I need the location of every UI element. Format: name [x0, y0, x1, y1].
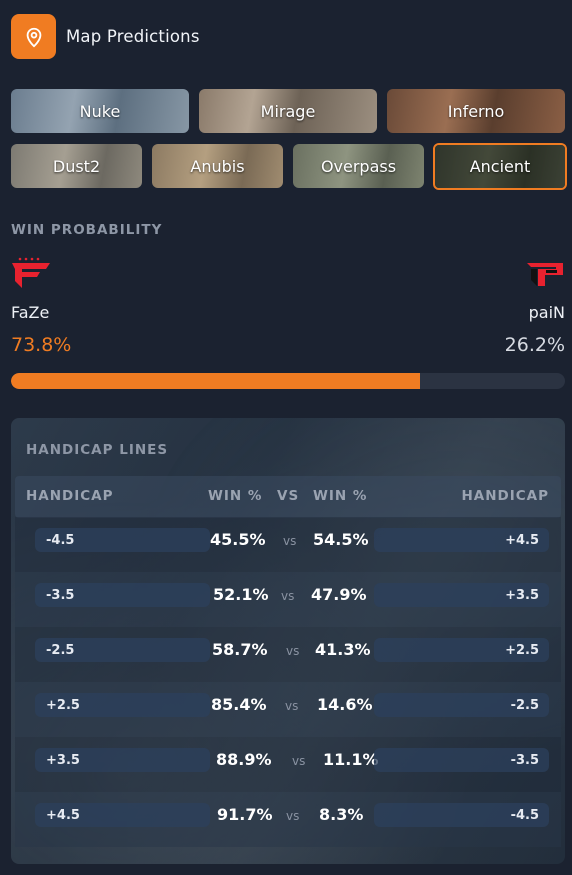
win-left-value: 52.1% [213, 585, 269, 604]
handicap-right-value: -2.5 [374, 693, 549, 717]
win-left-value: 58.7% [212, 640, 268, 659]
map-tab-label: Overpass [320, 156, 397, 176]
handicap-right-value: +4.5 [374, 528, 549, 552]
handicap-right-value: +3.5 [374, 583, 549, 607]
handicap-right-value: +2.5 [374, 638, 549, 662]
map-pin-icon [11, 14, 56, 59]
win-right-value: 8.3% [319, 805, 364, 824]
map-tab-inferno[interactable]: Inferno [387, 89, 565, 133]
handicap-row: +4.5 91.7% vs 8.3% -4.5 [15, 792, 561, 847]
team2-name: paiN [528, 303, 565, 322]
map-tab-nuke[interactable]: Nuke [11, 89, 189, 133]
win-probability-fill [11, 373, 420, 389]
team1-win-pct: 73.8% [11, 334, 72, 356]
map-tab-label: Nuke [79, 101, 121, 121]
map-tab-label: Inferno [447, 101, 505, 121]
map-tab-label: Mirage [260, 101, 316, 121]
map-tab-mirage[interactable]: Mirage [199, 89, 377, 133]
win-left-value: 91.7% [217, 805, 273, 824]
vs-label: vs [286, 644, 300, 658]
col-head-handicap-left: HANDICAP [26, 488, 114, 504]
handicap-left-value: -2.5 [35, 638, 210, 662]
handicap-row: -3.5 52.1% vs 47.9% +3.5 [15, 572, 561, 627]
win-left-value: 45.5% [210, 530, 266, 549]
handicap-right-value: -3.5 [374, 748, 549, 772]
col-head-vs: VS [277, 488, 300, 504]
win-right-value: 54.5% [313, 530, 369, 549]
vs-label: vs [281, 589, 295, 603]
map-tab-label: Anubis [190, 156, 245, 176]
map-tab-dust2[interactable]: Dust2 [11, 144, 142, 188]
handicap-left-value: +2.5 [35, 693, 210, 717]
team1-name: FaZe [11, 303, 50, 322]
col-head-win-left: WIN % [208, 488, 263, 504]
map-tab-overpass[interactable]: Overpass [293, 144, 424, 188]
handicap-row: +3.5 88.9% vs 11.1% -3.5 [15, 737, 561, 792]
win-left-value: 88.9% [216, 750, 272, 769]
vs-label: vs [283, 534, 297, 548]
vs-label: vs [292, 754, 306, 768]
handicap-row: -2.5 58.7% vs 41.3% +2.5 [15, 627, 561, 682]
faze-logo [11, 257, 51, 289]
handicap-panel: HANDICAP LINES HANDICAP WIN % VS WIN % H… [11, 418, 565, 864]
handicap-left-value: -4.5 [35, 528, 210, 552]
map-tab-anubis[interactable]: Anubis [152, 144, 283, 188]
handicap-left-value: -3.5 [35, 583, 210, 607]
page-header: Map Predictions [11, 14, 200, 59]
handicap-left-value: +3.5 [35, 748, 210, 772]
vs-label: vs [285, 699, 299, 713]
map-tab-label: Ancient [469, 157, 531, 176]
map-tab-label: Dust2 [52, 156, 101, 176]
handicap-row: -4.5 45.5% vs 54.5% +4.5 [15, 517, 561, 572]
win-right-value: 14.6% [317, 695, 373, 714]
col-head-win-right: WIN % [313, 488, 368, 504]
win-probability-label: WIN PROBABILITY [11, 222, 163, 238]
handicap-lines-label: HANDICAP LINES [26, 442, 169, 458]
col-head-handicap-right: HANDICAP [461, 488, 549, 504]
pain-logo [525, 259, 565, 289]
handicap-row: +2.5 85.4% vs 14.6% -2.5 [15, 682, 561, 737]
map-tab-ancient[interactable]: Ancient [433, 143, 567, 190]
page-title: Map Predictions [66, 27, 200, 46]
win-probability-bar [11, 373, 565, 389]
win-right-value: 41.3% [315, 640, 371, 659]
team2-win-pct: 26.2% [504, 334, 565, 356]
handicap-left-value: +4.5 [35, 803, 210, 827]
win-right-value: 47.9% [311, 585, 367, 604]
vs-label: vs [286, 809, 300, 823]
win-left-value: 85.4% [211, 695, 267, 714]
win-right-value: 11.1% [323, 750, 379, 769]
handicap-right-value: -4.5 [374, 803, 549, 827]
